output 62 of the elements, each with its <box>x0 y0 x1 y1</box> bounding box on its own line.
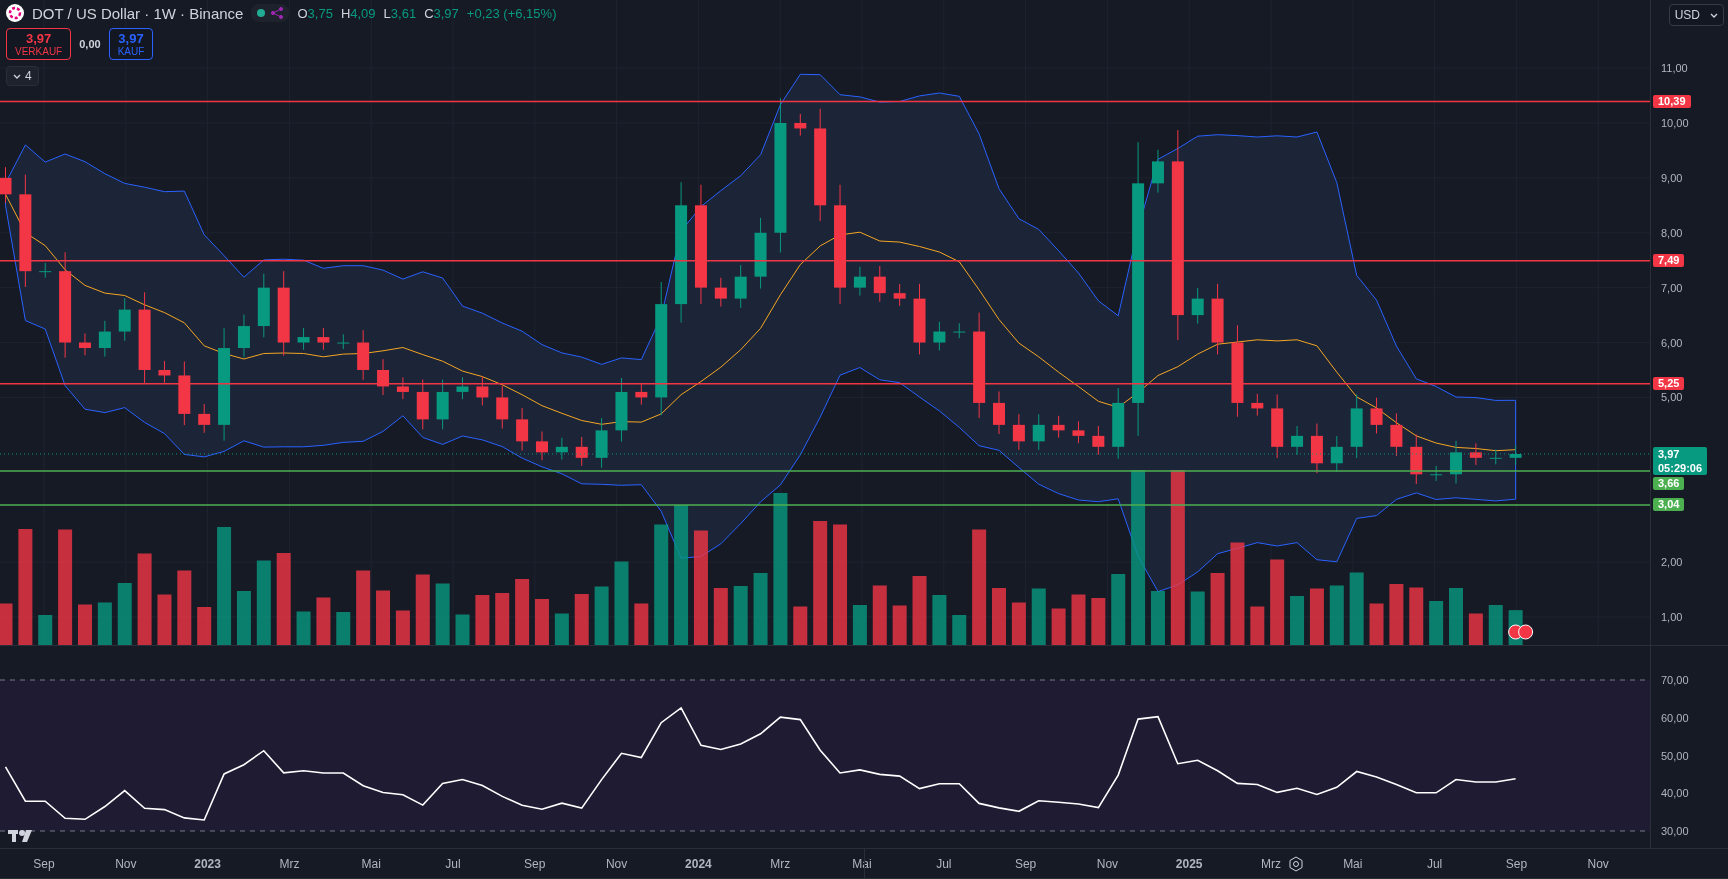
time-axis-label: Sep <box>1505 857 1528 871</box>
price-axis-label: 9,00 <box>1661 171 1683 184</box>
currency-dropdown[interactable]: USD <box>1668 4 1724 26</box>
rsi-axis-label: 30,00 <box>1661 825 1689 837</box>
time-axis-label: 2023 <box>194 857 221 871</box>
indicators-toggle[interactable]: 4 <box>6 66 39 86</box>
rsi-axis-label: 40,00 <box>1661 787 1689 800</box>
price-axis-label: 2,00 <box>1661 556 1683 569</box>
time-axis-label: Sep <box>524 857 546 871</box>
ohlc-value: H4,09 <box>340 5 376 21</box>
price-level-label: 7,49 <box>1653 253 1685 267</box>
event-marker-icon[interactable] <box>1508 624 1534 640</box>
rsi-axis-label: 50,00 <box>1661 749 1689 762</box>
price-change: +0,23 (+6,15%) <box>466 5 557 21</box>
time-axis-label: Nov <box>1096 857 1119 871</box>
rsi-axis-label: 60,00 <box>1661 711 1689 724</box>
price-level-line[interactable] <box>0 382 1650 385</box>
price-axis-label: 7,00 <box>1661 281 1683 294</box>
price-level-label: 10,39 <box>1653 94 1691 108</box>
price-axis-label: 6,00 <box>1661 336 1683 349</box>
time-axis-label: Jul <box>445 857 461 871</box>
status-dot-icon <box>257 9 266 17</box>
symbol-title[interactable]: DOT / US Dollar · 1W · Binance <box>32 4 244 22</box>
rsi-axis-label: 70,00 <box>1661 674 1689 686</box>
share-icon <box>271 7 284 19</box>
chevron-icon <box>1710 12 1718 18</box>
ohlc-value: O3,75 <box>297 5 333 21</box>
spread-value: 0,00 <box>79 38 101 50</box>
time-axis-label: Jul <box>936 857 952 871</box>
time-axis-label: Mai <box>852 857 872 871</box>
price-axis-label: 11,00 <box>1661 62 1688 75</box>
time-axis-label: Nov <box>1587 857 1609 871</box>
ohlc-value: L3,61 <box>383 5 417 21</box>
time-axis-label: Mrz <box>279 857 300 871</box>
time-axis-label: 2025 <box>1175 857 1203 871</box>
settings-icon[interactable] <box>1288 855 1305 872</box>
ohlc-value: C3,97 <box>424 5 459 21</box>
price-axis-label: 1,00 <box>1661 611 1683 623</box>
buy-button[interactable]: 3,97 KAUF <box>108 28 154 60</box>
time-axis-label: Nov <box>115 857 137 871</box>
price-axis-label: 8,00 <box>1661 226 1683 239</box>
time-axis-label: Jul <box>1426 857 1443 871</box>
price-level-label: 5,25 <box>1653 376 1685 390</box>
price-level-label: 3,66 <box>1653 476 1685 490</box>
price-axis-label: 10,00 <box>1661 116 1689 129</box>
current-price-label: 3,97 05:29:06 <box>1653 446 1708 475</box>
price-level-label: 3,04 <box>1653 498 1685 511</box>
sell-button[interactable]: 3,97 VERKAUF <box>6 28 72 60</box>
price-axis-label: 5,00 <box>1661 391 1683 404</box>
chevron-icon <box>13 73 21 79</box>
time-axis-label: Sep <box>1014 857 1037 871</box>
tradingview-logo-icon[interactable] <box>8 830 32 842</box>
coin-logo-icon <box>6 4 24 22</box>
time-axis-label: 2024 <box>685 857 712 871</box>
time-axis-label: Mai <box>361 857 381 871</box>
time-axis-label: Mrz <box>770 857 791 871</box>
time-axis-label: Sep <box>33 857 55 871</box>
time-axis-label: Mrz <box>1261 857 1281 871</box>
status-pill[interactable] <box>251 4 290 22</box>
time-axis-label: Nov <box>605 857 628 871</box>
time-axis-label: Mai <box>1343 857 1363 871</box>
price-level-line[interactable] <box>0 100 1650 103</box>
